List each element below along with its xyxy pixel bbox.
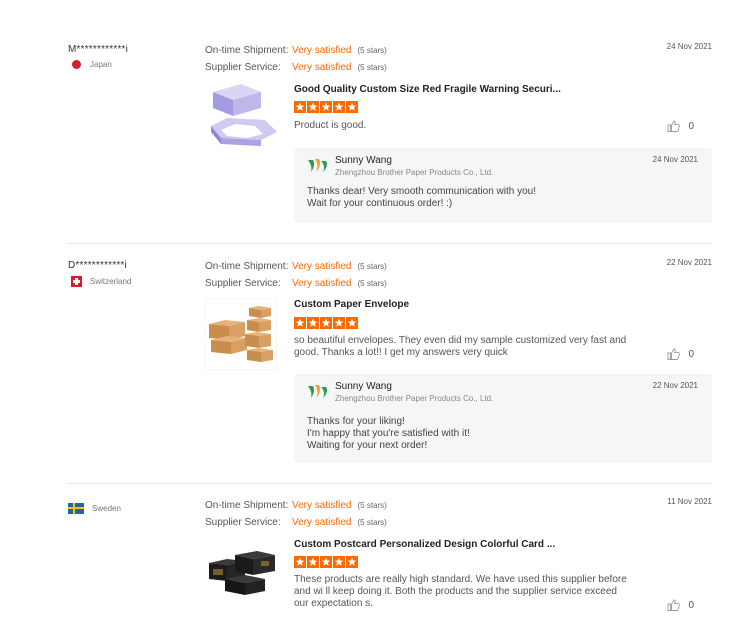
star-icon bbox=[307, 101, 319, 113]
star-icon bbox=[346, 556, 358, 568]
like-count: 0 bbox=[688, 599, 694, 611]
reply-author: Sunny Wang bbox=[335, 381, 392, 392]
supplier-ratings: On-time Shipment: Very satisfied (5 star… bbox=[205, 258, 387, 292]
rating-shipment: On-time Shipment: Very satisfied (5 star… bbox=[205, 42, 387, 59]
rating-stars-text: (5 stars) bbox=[357, 46, 387, 55]
rating-label: On-time Shipment: bbox=[205, 45, 289, 56]
like-button[interactable]: 0 bbox=[667, 120, 694, 132]
sweden-flag-icon bbox=[68, 503, 84, 514]
reply-text: Thanks dear! Very smooth communication w… bbox=[307, 186, 536, 209]
japan-flag-icon bbox=[72, 60, 81, 69]
rating-value: Very satisfied bbox=[292, 517, 352, 528]
thumbs-up-icon bbox=[667, 120, 681, 132]
company-logo-icon bbox=[308, 385, 327, 398]
review-date: 24 Nov 2021 bbox=[666, 42, 712, 51]
buyer-name: D************i bbox=[68, 260, 127, 271]
like-count: 0 bbox=[688, 348, 694, 360]
star-icon bbox=[307, 317, 319, 329]
buyer-country: Sweden bbox=[68, 503, 121, 514]
rating-value: Very satisfied bbox=[292, 45, 352, 56]
supplier-reply: Sunny Wang Zhengzhou Brother Paper Produ… bbox=[294, 148, 712, 223]
rating-stars-text: (5 stars) bbox=[357, 262, 387, 271]
star-icon bbox=[294, 317, 306, 329]
star-icon bbox=[320, 317, 332, 329]
rating-stars-text: (5 stars) bbox=[357, 518, 387, 527]
product-image[interactable] bbox=[205, 298, 277, 370]
rating-stars-text: (5 stars) bbox=[357, 501, 387, 510]
thumbs-up-icon bbox=[667, 599, 681, 611]
thumbs-up-icon bbox=[667, 348, 681, 360]
star-icon bbox=[320, 101, 332, 113]
rating-label: Supplier Service: bbox=[205, 278, 281, 289]
supplier-ratings: On-time Shipment: Very satisfied (5 star… bbox=[205, 497, 387, 531]
review-item: D************i Switzerland On-time Shipm… bbox=[68, 256, 712, 484]
reply-date: 22 Nov 2021 bbox=[652, 381, 698, 390]
switzerland-flag-icon bbox=[71, 276, 82, 287]
like-count: 0 bbox=[688, 120, 694, 132]
review-date: 22 Nov 2021 bbox=[666, 258, 712, 267]
rating-stars-text: (5 stars) bbox=[357, 279, 387, 288]
star-icon bbox=[294, 101, 306, 113]
star-icon bbox=[294, 556, 306, 568]
reply-author: Sunny Wang bbox=[335, 155, 392, 166]
star-icon bbox=[333, 101, 345, 113]
rating-stars-text: (5 stars) bbox=[357, 63, 387, 72]
star-icon bbox=[307, 556, 319, 568]
country-name: Switzerland bbox=[90, 277, 132, 286]
rating-service: Supplier Service: Very satisfied (5 star… bbox=[205, 514, 387, 531]
product-image[interactable] bbox=[205, 80, 277, 152]
product-image[interactable] bbox=[205, 539, 277, 611]
rating-value: Very satisfied bbox=[292, 62, 352, 73]
product-rating-stars bbox=[294, 556, 358, 568]
like-button[interactable]: 0 bbox=[667, 348, 694, 360]
rating-value: Very satisfied bbox=[292, 261, 352, 272]
review-item: Sweden On-time Shipment: Very satisfied … bbox=[68, 495, 712, 636]
product-rating-stars bbox=[294, 317, 358, 329]
review-text: These products are really high standard.… bbox=[294, 574, 627, 609]
buyer-country: Switzerland bbox=[68, 276, 131, 287]
product-title[interactable]: Good Quality Custom Size Red Fragile War… bbox=[294, 84, 561, 95]
review-text: so beautiful envelopes. They even did my… bbox=[294, 335, 627, 358]
rating-value: Very satisfied bbox=[292, 500, 352, 511]
rating-shipment: On-time Shipment: Very satisfied (5 star… bbox=[205, 497, 387, 514]
like-button[interactable]: 0 bbox=[667, 599, 694, 611]
rating-shipment: On-time Shipment: Very satisfied (5 star… bbox=[205, 258, 387, 275]
country-name: Japan bbox=[90, 60, 112, 69]
buyer-country: Japan bbox=[68, 60, 112, 69]
star-icon bbox=[333, 317, 345, 329]
star-icon bbox=[333, 556, 345, 568]
review-text: Product is good. bbox=[294, 120, 367, 131]
product-title[interactable]: Custom Paper Envelope bbox=[294, 299, 409, 310]
reply-company[interactable]: Zhengzhou Brother Paper Products Co., Lt… bbox=[335, 168, 493, 177]
rating-service: Supplier Service: Very satisfied (5 star… bbox=[205, 275, 387, 292]
company-logo-icon bbox=[308, 159, 327, 172]
star-icon bbox=[346, 317, 358, 329]
product-title[interactable]: Custom Postcard Personalized Design Colo… bbox=[294, 539, 555, 550]
review-date: 11 Nov 2021 bbox=[667, 497, 712, 506]
star-icon bbox=[320, 556, 332, 568]
supplier-reply: Sunny Wang Zhengzhou Brother Paper Produ… bbox=[294, 374, 712, 463]
reply-company[interactable]: Zhengzhou Brother Paper Products Co., Lt… bbox=[335, 394, 493, 403]
rating-value: Very satisfied bbox=[292, 278, 352, 289]
rating-label: On-time Shipment: bbox=[205, 500, 289, 511]
rating-label: Supplier Service: bbox=[205, 62, 281, 73]
buyer-name: M************i bbox=[68, 44, 129, 55]
rating-label: Supplier Service: bbox=[205, 517, 281, 528]
rating-service: Supplier Service: Very satisfied (5 star… bbox=[205, 59, 387, 76]
star-icon bbox=[346, 101, 358, 113]
country-name: Sweden bbox=[92, 504, 121, 513]
supplier-ratings: On-time Shipment: Very satisfied (5 star… bbox=[205, 42, 387, 76]
product-rating-stars bbox=[294, 101, 358, 113]
reply-text: Thanks for your liking! I'm happy that y… bbox=[307, 416, 470, 451]
rating-label: On-time Shipment: bbox=[205, 261, 289, 272]
reply-date: 24 Nov 2021 bbox=[652, 155, 698, 164]
review-item: M************i Japan On-time Shipment: V… bbox=[68, 40, 712, 244]
